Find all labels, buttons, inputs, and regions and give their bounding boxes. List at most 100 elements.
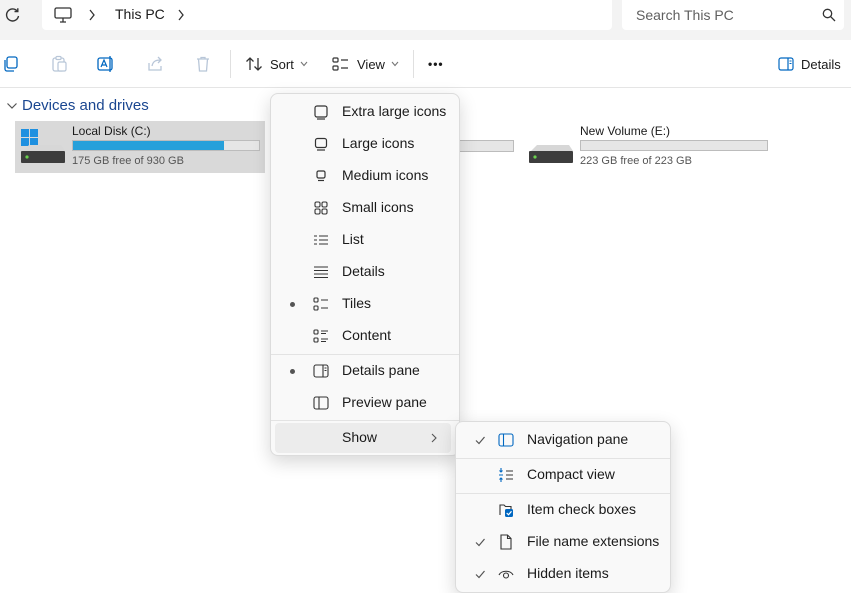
details-pane-icon <box>313 364 329 378</box>
menu-item-label: Navigation pane <box>527 431 629 447</box>
drive-name: Local Disk (C:) <box>72 124 151 138</box>
menu-item-compact-view[interactable]: Compact view <box>460 460 666 490</box>
menu-item-label: Details <box>342 263 385 279</box>
more-options-button[interactable]: ••• <box>428 54 444 74</box>
checkmark-icon <box>475 538 485 547</box>
menu-item-label: Compact view <box>527 466 615 482</box>
file-icon <box>500 534 512 550</box>
more-options-label: ••• <box>428 57 444 71</box>
view-icon <box>332 57 348 71</box>
drive-free-space: 175 GB free of 930 GB <box>72 155 184 167</box>
sort-label: Sort <box>270 56 294 72</box>
selected-bullet-icon <box>290 302 295 307</box>
menu-item-details-pane[interactable]: Details pane <box>275 356 455 386</box>
menu-item-tiles[interactable]: Tiles <box>275 289 455 319</box>
menu-item-label: Details pane <box>342 362 420 378</box>
section-title: Devices and drives <box>22 97 149 114</box>
menu-item-label: Tiles <box>342 295 372 311</box>
menu-item-medium-icons[interactable]: Medium icons <box>275 161 455 191</box>
copy-icon[interactable] <box>2 55 20 73</box>
chevron-down-icon <box>300 61 308 67</box>
menu-item-large-icons[interactable]: Large icons <box>275 129 455 159</box>
menu-divider <box>456 458 670 459</box>
search-icon <box>822 8 836 22</box>
search-input[interactable]: Search This PC <box>622 0 844 30</box>
menu-item-details[interactable]: Details <box>275 257 455 287</box>
menu-item-content[interactable]: Content <box>275 321 455 351</box>
menu-divider <box>456 493 670 494</box>
drive-name: New Volume (E:) <box>580 124 671 138</box>
extra-large-icons-icon <box>314 105 328 120</box>
drive-usage-bar <box>455 140 514 152</box>
paste-icon[interactable] <box>50 55 68 73</box>
menu-item-extra-large-icons[interactable]: Extra large icons <box>275 97 455 127</box>
address-bar-area: This PC Search This PC <box>0 0 851 41</box>
details-label: Details <box>801 56 841 72</box>
menu-item-label: Medium icons <box>342 167 429 183</box>
divider <box>413 50 414 78</box>
menu-item-navigation-pane[interactable]: Navigation pane <box>460 425 666 455</box>
refresh-icon[interactable] <box>4 6 22 24</box>
command-bar: Sort View ••• Details <box>0 40 851 88</box>
view-button[interactable]: View <box>332 54 399 74</box>
tiles-icon <box>313 297 328 311</box>
drive-usage-fill <box>73 141 224 150</box>
checkmark-icon <box>475 436 485 445</box>
chevron-right-icon <box>431 433 437 443</box>
compact-view-icon <box>499 468 513 482</box>
drive-item[interactable]: New Volume (E:) 223 GB free of 223 GB <box>523 121 773 173</box>
this-pc-icon <box>54 7 72 23</box>
preview-pane-icon <box>313 396 329 410</box>
rename-icon[interactable] <box>97 55 115 73</box>
item-check-boxes-icon <box>499 504 513 517</box>
sort-button[interactable]: Sort <box>245 54 308 74</box>
details-icon <box>314 266 328 279</box>
medium-icons-icon <box>316 170 326 182</box>
menu-item-label: Hidden items <box>527 565 609 581</box>
navigation-pane-icon <box>498 433 514 447</box>
selected-bullet-icon <box>290 369 295 374</box>
chevron-right-icon[interactable] <box>88 8 96 22</box>
section-devices-and-drives[interactable]: Devices and drives <box>6 97 149 114</box>
address-bar[interactable]: This PC <box>42 0 612 30</box>
menu-item-label: Item check boxes <box>527 501 636 517</box>
drive-usage-bar <box>72 140 260 151</box>
menu-item-small-icons[interactable]: Small icons <box>275 193 455 223</box>
drive-free-space: 223 GB free of 223 GB <box>580 155 692 167</box>
share-icon[interactable] <box>146 55 164 73</box>
search-placeholder: Search This PC <box>636 7 734 23</box>
chevron-right-icon[interactable] <box>177 8 185 22</box>
menu-divider <box>271 354 459 355</box>
large-icons-icon <box>314 137 328 151</box>
menu-item-label: Extra large icons <box>342 103 447 119</box>
menu-item-label: Preview pane <box>342 394 427 410</box>
chevron-down-icon <box>391 61 399 67</box>
view-menu: Extra large icons Large icons Medium ico… <box>270 93 460 456</box>
sort-icon <box>246 57 262 71</box>
menu-item-item-check-boxes[interactable]: Item check boxes <box>460 495 666 525</box>
menu-item-label: Show <box>342 429 378 445</box>
menu-item-hidden-items[interactable]: Hidden items <box>460 559 666 589</box>
menu-item-label: Content <box>342 327 392 343</box>
drive-item[interactable]: Local Disk (C:) 175 GB free of 930 GB <box>15 121 265 173</box>
details-button[interactable]: Details <box>778 54 841 74</box>
show-submenu: Navigation pane Compact view Item check … <box>455 421 671 593</box>
menu-item-list[interactable]: List <box>275 225 455 255</box>
menu-item-label: List <box>342 231 364 247</box>
breadcrumb-this-pc[interactable]: This PC <box>115 6 165 22</box>
windows-drive-icon <box>21 129 65 163</box>
small-icons-icon <box>314 201 328 215</box>
checkmark-icon <box>475 570 485 579</box>
menu-item-preview-pane[interactable]: Preview pane <box>275 388 455 418</box>
details-pane-icon <box>778 57 794 71</box>
menu-item-label: Small icons <box>342 199 414 215</box>
eye-icon <box>498 570 514 579</box>
divider <box>230 50 231 78</box>
drive-icon <box>529 145 573 163</box>
menu-item-file-name-extensions[interactable]: File name extensions <box>460 527 666 557</box>
drive-usage-bar <box>580 140 768 151</box>
menu-item-label: Large icons <box>342 135 415 151</box>
menu-divider <box>271 420 459 421</box>
menu-item-show[interactable]: Show <box>275 423 451 453</box>
delete-icon[interactable] <box>194 55 212 73</box>
